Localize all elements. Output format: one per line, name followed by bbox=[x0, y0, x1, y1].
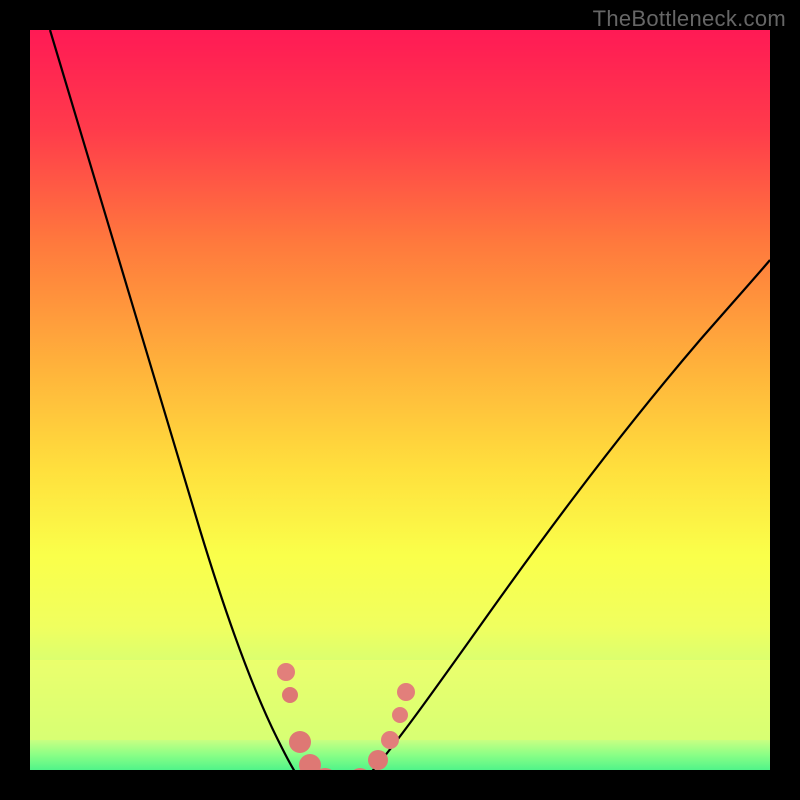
watermark-text: TheBottleneck.com bbox=[593, 6, 786, 32]
border-right bbox=[770, 0, 800, 800]
border-left bbox=[0, 0, 30, 800]
bottleneck-chart bbox=[0, 0, 800, 800]
gradient-background bbox=[30, 30, 770, 740]
chart-frame: TheBottleneck.com bbox=[0, 0, 800, 800]
yellow-band bbox=[30, 660, 770, 740]
